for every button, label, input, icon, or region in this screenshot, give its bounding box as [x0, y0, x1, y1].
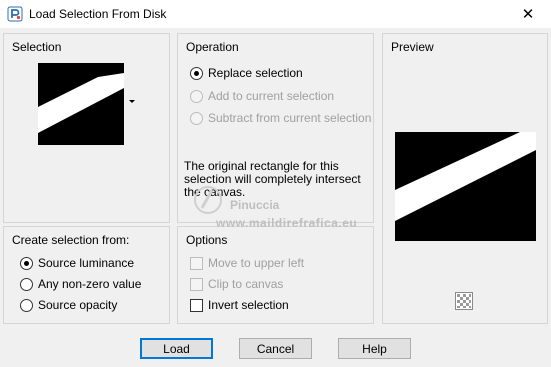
radio-any-non-zero-dot[interactable] — [20, 277, 33, 291]
radio-any-non-zero[interactable]: Any non-zero value — [20, 276, 141, 292]
app-icon — [7, 6, 23, 22]
load-button[interactable]: Load — [140, 338, 213, 359]
radio-add-to-selection-dot[interactable] — [190, 89, 203, 103]
close-icon: ✕ — [521, 6, 535, 23]
operation-info-text: The original rectangle for this selectio… — [184, 159, 361, 199]
window-title: Load Selection From Disk — [29, 7, 167, 21]
radio-source-opacity[interactable]: Source opacity — [20, 297, 117, 313]
checkbox-invert-selection-box[interactable] — [190, 298, 203, 312]
radio-add-to-selection-label: Add to current selection — [208, 89, 335, 103]
checkbox-move-to-upper-left-label: Move to upper left — [208, 256, 305, 270]
preview-panel-title: Preview — [391, 40, 434, 54]
options-panel-title: Options — [186, 233, 228, 247]
radio-any-non-zero-label: Any non-zero value — [38, 277, 142, 291]
checkerboard-zoom-icon[interactable] — [455, 292, 473, 310]
cancel-button[interactable]: Cancel — [239, 338, 312, 359]
close-button[interactable]: ✕ — [505, 0, 551, 28]
checkbox-invert-selection[interactable]: Invert selection — [190, 297, 289, 313]
checkbox-clip-to-canvas-box[interactable] — [190, 277, 203, 291]
checkbox-move-to-upper-left[interactable]: Move to upper left — [190, 255, 304, 271]
operation-panel-title: Operation — [186, 40, 239, 54]
radio-source-opacity-label: Source opacity — [38, 298, 118, 312]
selection-dropdown-arrow-icon[interactable] — [129, 100, 135, 103]
radio-source-luminance[interactable]: Source luminance — [20, 255, 134, 271]
checkbox-move-to-upper-left-box[interactable] — [190, 256, 203, 270]
radio-add-to-selection[interactable]: Add to current selection — [190, 88, 334, 104]
selection-thumbnail[interactable] — [38, 63, 124, 145]
radio-replace-selection[interactable]: Replace selection — [190, 65, 303, 81]
radio-source-luminance-dot[interactable] — [20, 256, 33, 270]
radio-source-luminance-label: Source luminance — [38, 256, 135, 270]
radio-replace-selection-label: Replace selection — [208, 66, 303, 80]
title-bar: Load Selection From Disk ✕ — [0, 0, 551, 28]
help-button[interactable]: Help — [338, 338, 411, 359]
checkbox-clip-to-canvas-label: Clip to canvas — [208, 277, 284, 291]
radio-subtract-selection-label: Subtract from current selection — [208, 111, 372, 125]
checkbox-invert-selection-label: Invert selection — [208, 298, 289, 312]
radio-subtract-selection[interactable]: Subtract from current selection — [190, 110, 371, 126]
checkbox-clip-to-canvas[interactable]: Clip to canvas — [190, 276, 283, 292]
preview-image — [395, 132, 536, 241]
create-from-panel-title: Create selection from: — [12, 233, 130, 247]
radio-replace-selection-dot[interactable] — [190, 66, 203, 80]
selection-panel-title: Selection — [12, 40, 62, 54]
radio-source-opacity-dot[interactable] — [20, 298, 33, 312]
radio-subtract-selection-dot[interactable] — [190, 111, 203, 125]
